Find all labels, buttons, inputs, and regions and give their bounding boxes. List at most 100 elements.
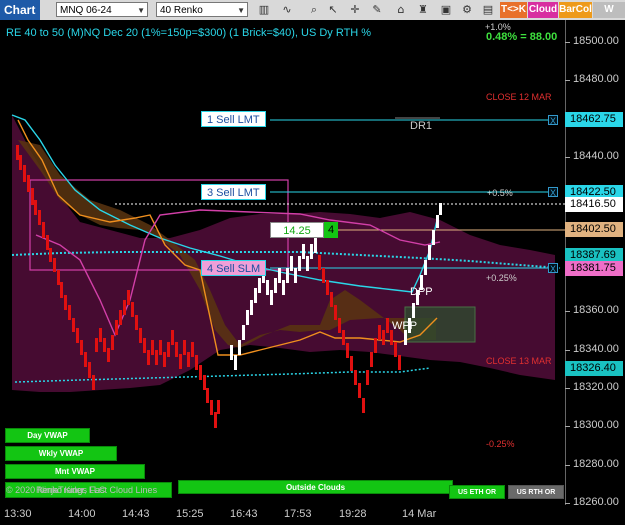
renko-brick [76, 328, 79, 343]
magenta-cloud [12, 115, 555, 392]
price-tick-label: 18280.00 [573, 458, 619, 470]
wkly-vwap-button[interactable]: Wkly VWAP [5, 446, 117, 461]
renko-brick [84, 352, 87, 367]
cancel-order-4-close-icon[interactable]: X [548, 263, 558, 274]
indicators-icon[interactable]: ∿ [278, 2, 296, 18]
instrument-value: MNQ 06-24 [60, 5, 112, 16]
chart-panel[interactable]: RE 40 to 50 (M)NQ Dec 20 (1%=150p=$300) … [0, 20, 565, 505]
price-label-sell1: 18462.75 [565, 112, 623, 127]
price-tick-label: 18360.00 [573, 304, 619, 316]
renko-brick [57, 270, 60, 285]
renko-brick [107, 348, 110, 362]
us-eth-or-button[interactable]: US ETH OR [449, 485, 505, 499]
renko-brick [398, 355, 401, 370]
renko-brick [23, 165, 26, 182]
renko-brick [294, 268, 297, 283]
renko-brick [183, 340, 186, 355]
day-vwap-button[interactable]: Day VWAP [5, 428, 90, 443]
cancel-order-1-close-icon[interactable]: X [548, 115, 558, 126]
renko-brick [386, 318, 389, 333]
close-13-label: CLOSE 13 MAR [486, 356, 552, 366]
instrument-select[interactable]: MNQ 06-24 ▼ [56, 2, 148, 17]
dr1-label: DR1 [410, 120, 433, 132]
renko-brick [206, 388, 209, 403]
pct-025-label: +0.25% [486, 273, 517, 283]
renko-brick [314, 238, 317, 253]
renko-brick [318, 255, 321, 270]
mnt-vwap-button[interactable]: Mnt VWAP [5, 464, 145, 479]
cloud-lines-label: Renko Kings Fast Cloud Lines [36, 485, 158, 495]
renko-brick [111, 335, 114, 350]
strategy-icon[interactable]: ♜ [414, 2, 432, 18]
renko-brick [286, 268, 289, 283]
renko-brick [167, 342, 170, 357]
time-tick-label: 15:25 [176, 508, 204, 520]
renko-brick [274, 278, 277, 293]
crosshair-icon[interactable]: ✛ [346, 2, 364, 18]
renko-brick [428, 245, 431, 260]
renko-brick [199, 365, 202, 380]
renko-brick [246, 310, 249, 325]
us-rth-or-button[interactable]: US RTH OR [508, 485, 564, 499]
position-pnl-box[interactable]: 14.25 [270, 222, 324, 238]
renko-brick [234, 355, 237, 370]
renko-brick [210, 400, 213, 415]
price-tick-mark [565, 426, 570, 427]
price-tick-mark [565, 157, 570, 158]
renko-brick [214, 412, 217, 428]
renko-brick [362, 398, 365, 413]
renko-brick [163, 352, 166, 367]
renko-brick [338, 318, 341, 333]
outside-clouds-button[interactable]: Outside Clouds [178, 480, 453, 494]
properties-icon[interactable]: ⚙ [458, 2, 476, 18]
pct-neg-025-label: -0.25% [486, 439, 515, 449]
renko-brick [382, 330, 385, 345]
price-tick-label: 18320.00 [573, 381, 619, 393]
renko-brick [88, 362, 91, 378]
pointer-icon[interactable]: ↖ [324, 2, 342, 18]
price-tick-mark [565, 388, 570, 389]
renko-brick [16, 145, 19, 160]
sell-lmt-3-order[interactable]: 3 Sell LMT [201, 184, 266, 200]
position-qty-box[interactable]: 4 [324, 222, 338, 238]
zoom-icon[interactable]: ⌕ [305, 2, 323, 18]
price-label-last: 18416.50 [565, 197, 623, 212]
renko-brick [350, 356, 353, 371]
renko-brick [278, 268, 281, 283]
renko-brick [250, 300, 253, 315]
renko-brick [326, 280, 329, 295]
draw-icon[interactable]: ✎ [368, 2, 386, 18]
renko-brick [64, 295, 67, 310]
renko-brick [49, 248, 52, 262]
renko-brick [159, 340, 162, 355]
renko-brick [147, 350, 150, 365]
barcol-toggle-button[interactable]: BarCol [559, 2, 592, 18]
performance-readout: 0.48% = 88.00 [486, 31, 558, 43]
layout-icon[interactable]: ▤ [479, 2, 497, 18]
bar-type-value: 40 Renko [160, 5, 203, 16]
price-label-sell4: 18381.75 [565, 261, 623, 276]
tk-toggle-button[interactable]: T<>K [500, 2, 527, 18]
renko-brick [115, 320, 118, 335]
cancel-order-3-close-icon[interactable]: X [548, 187, 558, 198]
cloud-toggle-button[interactable]: Cloud [528, 2, 558, 18]
time-tick-label: 14:00 [68, 508, 96, 520]
renko-brick [266, 280, 269, 295]
price-tick-label: 18260.00 [573, 496, 619, 508]
renko-brick [38, 210, 41, 225]
screenshot-icon[interactable]: ▣ [437, 2, 455, 18]
renko-brick [290, 256, 293, 271]
renko-brick [394, 342, 397, 357]
time-tick-label: 19:28 [339, 508, 367, 520]
bar-type-select[interactable]: 40 Renko ▼ [156, 2, 248, 17]
renko-brick [238, 340, 241, 355]
price-tick-mark [565, 80, 570, 81]
wpp-label: WPP [392, 320, 418, 332]
wvwap-toggle-button[interactable]: W VWA [593, 2, 625, 31]
price-tick-label: 18340.00 [573, 343, 619, 355]
renko-brick [175, 342, 178, 357]
sell-slm-4-order[interactable]: 4 Sell SLM [201, 260, 267, 276]
lock-icon[interactable]: ⌂ [392, 2, 410, 18]
bars-icon[interactable]: ▥ [255, 2, 273, 18]
sell-lmt-1-order[interactable]: 1 Sell LMT [201, 111, 266, 127]
